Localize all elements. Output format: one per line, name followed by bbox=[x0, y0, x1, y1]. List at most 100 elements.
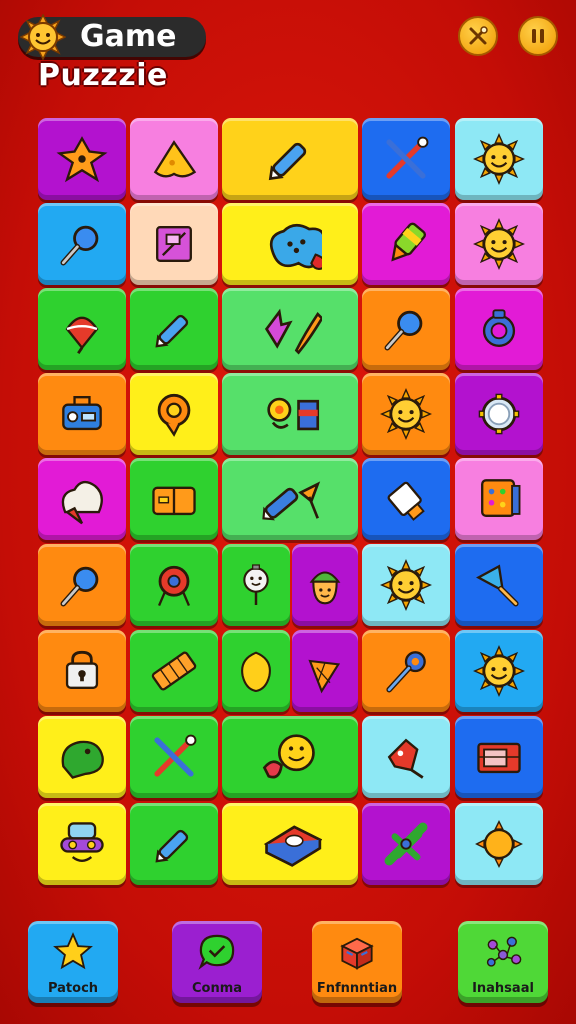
board-tile[interactable] bbox=[362, 803, 450, 885]
crayon-and-lollipop-icon bbox=[262, 481, 321, 521]
board-tile[interactable] bbox=[455, 458, 543, 540]
bottom-button-label: Conma bbox=[191, 981, 243, 996]
board-tile[interactable] bbox=[362, 716, 450, 798]
board-tile[interactable] bbox=[455, 203, 543, 285]
board-tile[interactable] bbox=[38, 458, 126, 540]
board-tile[interactable] bbox=[130, 544, 218, 626]
mirror-icon bbox=[478, 393, 520, 435]
board-tile[interactable] bbox=[130, 716, 218, 798]
ring-icon bbox=[482, 309, 516, 347]
board-tile[interactable] bbox=[130, 803, 218, 885]
sun-icon bbox=[475, 820, 523, 868]
crayon-icon bbox=[268, 142, 307, 181]
board-tile[interactable] bbox=[222, 118, 358, 200]
star-icon bbox=[51, 930, 95, 974]
acorn-face-icon bbox=[309, 571, 341, 605]
board-tile[interactable] bbox=[362, 373, 450, 455]
location-pin-icon bbox=[157, 393, 191, 437]
chat-check-icon bbox=[198, 934, 235, 970]
flower-and-cube-icon bbox=[267, 397, 320, 431]
toy-car-icon bbox=[387, 738, 424, 779]
board-tile[interactable] bbox=[455, 288, 543, 370]
radio-icon bbox=[62, 396, 102, 431]
board-tile[interactable] bbox=[38, 630, 126, 712]
board-tile[interactable] bbox=[362, 544, 450, 626]
box-icon bbox=[335, 930, 379, 974]
board-tile[interactable] bbox=[38, 118, 126, 200]
bottom-button-label: Fnfnnntian bbox=[316, 981, 398, 996]
star-icon bbox=[53, 932, 93, 970]
airplane-icon bbox=[384, 822, 428, 866]
board-tile[interactable] bbox=[130, 458, 218, 540]
sun-face-icon bbox=[473, 645, 525, 697]
board-tile[interactable] bbox=[455, 118, 543, 200]
board-tile[interactable] bbox=[222, 544, 290, 626]
eraser-icon bbox=[387, 481, 425, 521]
magnifier-icon bbox=[60, 225, 99, 266]
board-tile[interactable] bbox=[38, 544, 126, 626]
bottom-button-patoch[interactable]: Patoch bbox=[28, 921, 118, 1003]
sun-face-icon bbox=[473, 133, 525, 185]
board-tile[interactable] bbox=[222, 373, 358, 455]
board-tile[interactable] bbox=[38, 373, 126, 455]
box-icon bbox=[340, 937, 374, 970]
board-tile[interactable] bbox=[222, 803, 358, 885]
spinning-top-icon bbox=[65, 316, 99, 355]
board-tile[interactable] bbox=[38, 803, 126, 885]
board-tile[interactable] bbox=[362, 118, 450, 200]
board-tile[interactable] bbox=[455, 544, 543, 626]
board-tile[interactable] bbox=[362, 630, 450, 712]
board-tile[interactable] bbox=[38, 716, 126, 798]
board-tile[interactable] bbox=[130, 288, 218, 370]
marker-icon bbox=[391, 222, 426, 262]
board-tile[interactable] bbox=[222, 716, 358, 798]
puzzle-board bbox=[0, 0, 576, 1024]
ice-cream-icon bbox=[61, 480, 103, 525]
lemon-icon bbox=[241, 651, 271, 693]
mask-icon bbox=[60, 822, 104, 862]
board-tile[interactable] bbox=[455, 716, 543, 798]
bottom-button-inahsaal[interactable]: Inahsaal bbox=[458, 921, 548, 1003]
board-tile[interactable] bbox=[222, 630, 290, 712]
chat-check-icon bbox=[195, 930, 239, 974]
board-tile[interactable] bbox=[130, 373, 218, 455]
book-icon bbox=[263, 825, 322, 867]
board-tile[interactable] bbox=[130, 630, 218, 712]
board-tile[interactable] bbox=[455, 803, 543, 885]
magnifier-icon bbox=[384, 310, 423, 351]
cone-icon bbox=[308, 659, 341, 694]
crossed-tools-icon bbox=[154, 734, 197, 777]
shovel-icon bbox=[476, 564, 519, 607]
crossed-tools-icon bbox=[386, 136, 429, 179]
board-tile[interactable] bbox=[38, 203, 126, 285]
lock-icon bbox=[65, 650, 99, 689]
magnifier-icon bbox=[60, 566, 99, 607]
board-tile[interactable] bbox=[222, 203, 358, 285]
board-tile[interactable] bbox=[455, 630, 543, 712]
bottom-button-label: Patoch bbox=[47, 981, 99, 996]
board-tile[interactable] bbox=[362, 458, 450, 540]
board-tile[interactable] bbox=[130, 203, 218, 285]
frog-icon bbox=[61, 740, 104, 779]
smiley-ball-icon bbox=[262, 734, 315, 779]
crayon-icon bbox=[155, 829, 189, 863]
star-creature-icon bbox=[56, 136, 108, 183]
blue-blob-icon bbox=[269, 224, 322, 270]
toolbox-icon bbox=[477, 742, 521, 774]
bottom-button-conma[interactable]: Conma bbox=[172, 921, 262, 1003]
cheese-icon bbox=[153, 140, 197, 178]
game-box-icon bbox=[481, 479, 521, 517]
board-tile[interactable] bbox=[38, 288, 126, 370]
sun-face-icon bbox=[473, 218, 525, 270]
board-tile[interactable] bbox=[362, 288, 450, 370]
board-tile[interactable] bbox=[455, 373, 543, 455]
wallet-icon bbox=[152, 486, 196, 516]
leaf-and-carrot-icon bbox=[264, 308, 322, 355]
board-tile[interactable] bbox=[292, 544, 358, 626]
board-tile[interactable] bbox=[292, 630, 358, 712]
board-tile[interactable] bbox=[130, 118, 218, 200]
bottom-button-fnfnnntian[interactable]: Fnfnnntian bbox=[312, 921, 402, 1003]
board-tile[interactable] bbox=[362, 203, 450, 285]
board-tile[interactable] bbox=[222, 288, 358, 370]
board-tile[interactable] bbox=[222, 458, 358, 540]
